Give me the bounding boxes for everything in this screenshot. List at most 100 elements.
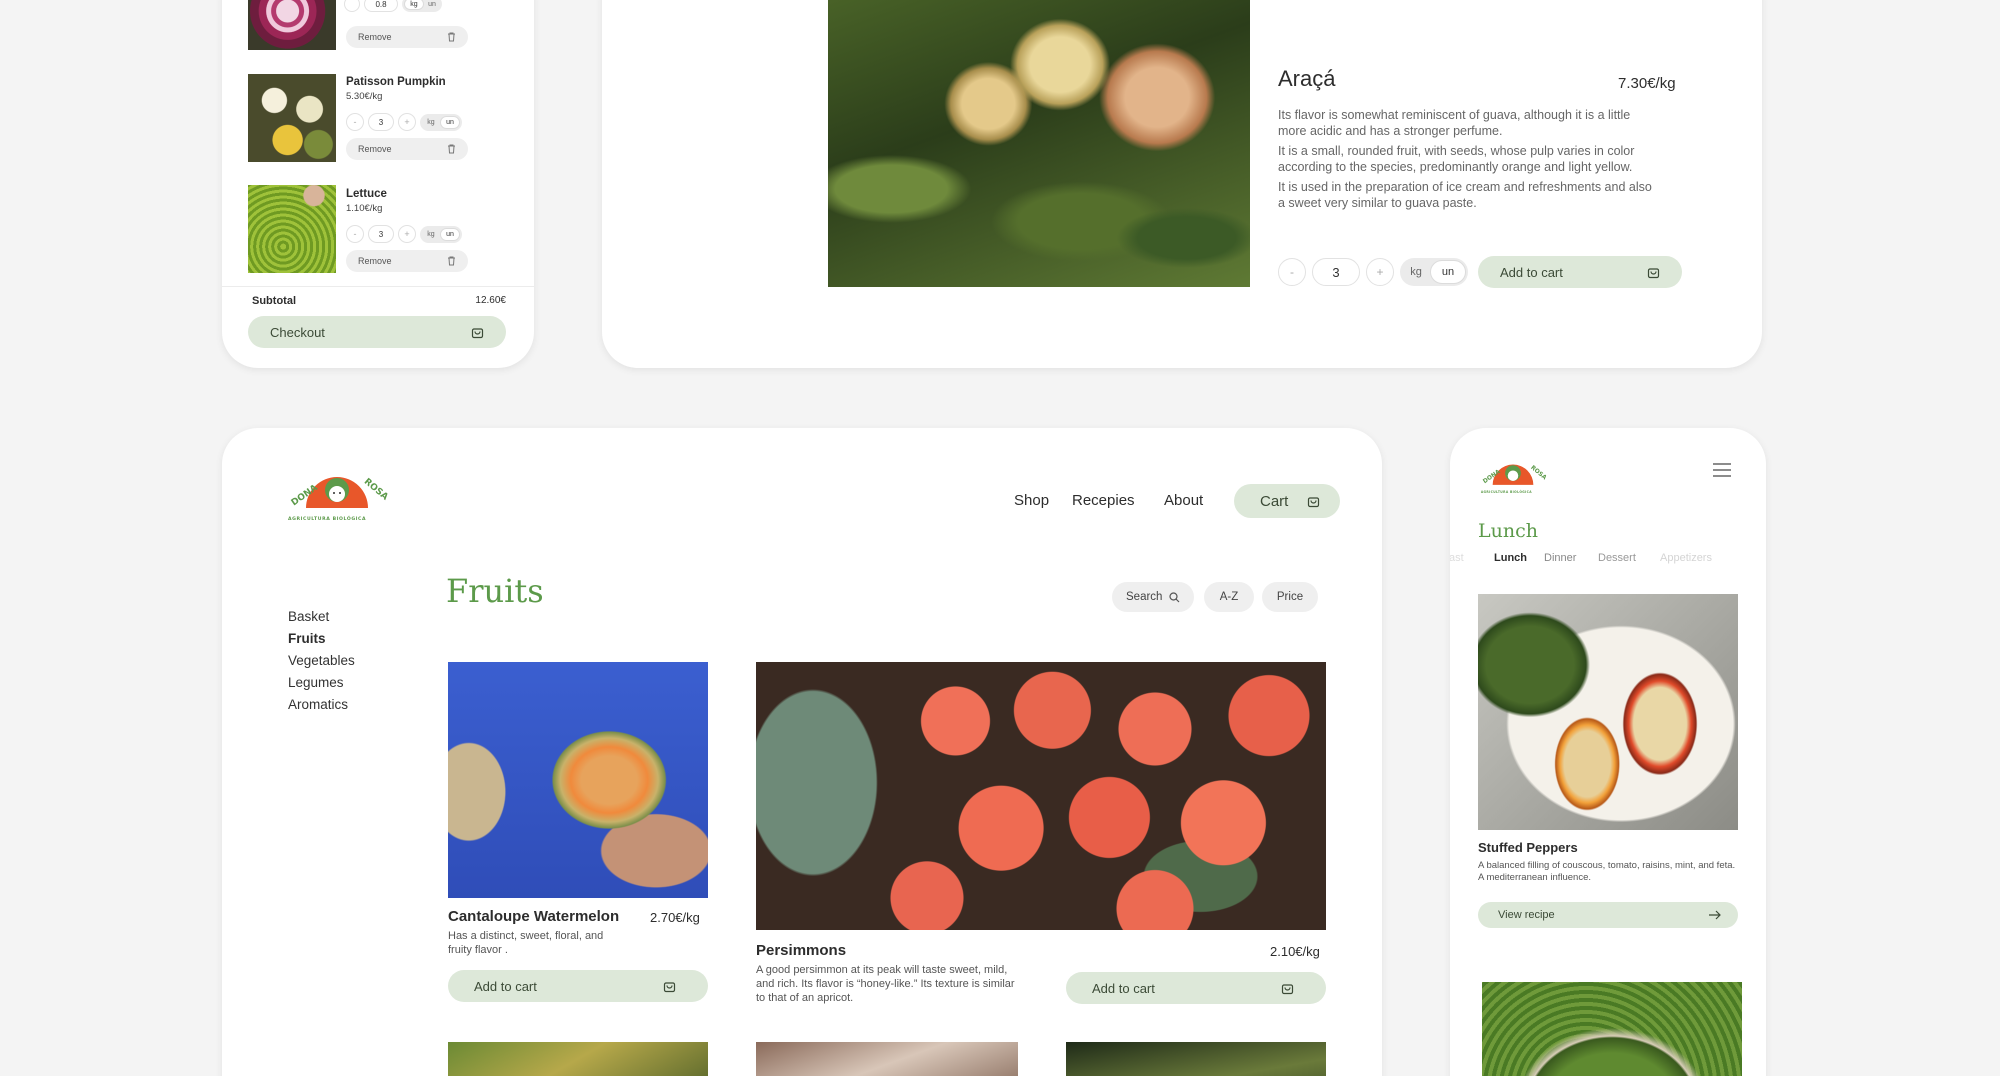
search-icon (1169, 591, 1180, 603)
unit-un[interactable]: un (424, 0, 440, 10)
unit-switch[interactable]: kg un (402, 0, 442, 12)
trash-icon (447, 256, 456, 266)
unit-switch[interactable]: kg un (1400, 258, 1468, 286)
item-price: 1.10€/kg (346, 203, 383, 214)
sidebar-item-vegetables[interactable]: Vegetables (288, 650, 355, 672)
remove-button[interactable]: Remove (346, 250, 468, 272)
minus-button[interactable]: - (346, 225, 364, 243)
product-price: 2.70€/kg (650, 910, 700, 925)
add-to-cart-label: Add to cart (474, 978, 537, 994)
cart-icon (1281, 982, 1294, 995)
remove-button[interactable]: Remove (346, 138, 468, 160)
description-paragraph: It is used in the preparation of ice cre… (1278, 180, 1652, 210)
nav-shop[interactable]: Shop (1014, 492, 1049, 509)
tab-fast[interactable]: fast (1450, 552, 1464, 564)
product-description: Its flavor is somewhat reminiscent of gu… (1278, 108, 1660, 211)
mobile-recipes-panel: DONA ROSA AGRICULTURA BIOLÓGICA Lunch fa… (1450, 428, 1766, 1076)
shop-page: DONA ROSA AGRICULTURA BIOLÓGICA Shop Rec… (222, 428, 1382, 1076)
stuffed-peppers-image[interactable] (1478, 594, 1738, 830)
add-to-cart-button[interactable]: Add to cart (448, 970, 708, 1002)
page-title: Fruits (446, 572, 544, 610)
add-to-cart-label: Add to cart (1500, 264, 1563, 280)
sort-az-label: A-Z (1219, 591, 1239, 603)
product-image[interactable] (448, 1042, 708, 1076)
unit-un[interactable]: un (1430, 260, 1466, 284)
remove-button[interactable]: Remove (346, 26, 468, 48)
remove-label: Remove (358, 144, 392, 154)
plus-button[interactable]: + (1366, 258, 1394, 286)
cart-icon (1647, 266, 1660, 279)
qty-field[interactable]: 3 (1312, 258, 1360, 286)
tab-appetizers[interactable]: Appetizers (1660, 552, 1712, 564)
tab-dessert[interactable]: Dessert (1598, 552, 1636, 564)
product-name: Cantaloupe Watermelon (448, 908, 620, 925)
search-button[interactable]: Search (1112, 582, 1194, 612)
unit-kg[interactable]: kg (422, 228, 440, 241)
minus-button[interactable]: - (1278, 258, 1306, 286)
remove-label: Remove (358, 32, 392, 42)
unit-kg[interactable]: kg (422, 116, 440, 129)
menu-icon[interactable] (1712, 462, 1732, 478)
minus-button[interactable]: - (346, 113, 364, 131)
top-item-controls: 0.8 kg un (344, 0, 442, 12)
product-name: Persimmons (756, 942, 847, 959)
broccoli-salad-image[interactable] (1482, 982, 1742, 1076)
sort-az-button[interactable]: A-Z (1204, 582, 1254, 612)
unit-kg[interactable]: kg (404, 0, 424, 10)
plus-button[interactable]: + (398, 225, 416, 243)
search-label: Search (1126, 591, 1163, 603)
cantaloupe-image[interactable] (448, 662, 708, 898)
nav-recipes[interactable]: Recepies (1072, 492, 1135, 509)
sidebar-item-legumes[interactable]: Legumes (288, 672, 355, 694)
cart-icon (1307, 495, 1320, 508)
qty-field[interactable]: 3 (368, 225, 394, 243)
unit-un[interactable]: un (440, 227, 460, 241)
sidebar-item-aromatics[interactable]: Aromatics (288, 694, 355, 716)
trash-icon (447, 144, 456, 154)
brand-logo[interactable]: DONA ROSA AGRICULTURA BIOLÓGICA (284, 464, 390, 528)
tab-lunch[interactable]: Lunch (1494, 552, 1527, 564)
araca-image (828, 0, 1250, 287)
svg-text:AGRICULTURA BIOLÓGICA: AGRICULTURA BIOLÓGICA (1481, 489, 1532, 494)
add-to-cart-button[interactable]: Add to cart (1066, 972, 1326, 1004)
svg-text:AGRICULTURA BIOLÓGICA: AGRICULTURA BIOLÓGICA (288, 515, 366, 522)
item-controls: - 3 + kg un (346, 113, 462, 131)
lettuce-image (248, 185, 336, 273)
qty-controls: - 3 + kg un (1278, 258, 1468, 286)
unit-switch[interactable]: kg un (420, 225, 462, 243)
recipe-description: A balanced filling of couscous, tomato, … (1478, 860, 1736, 883)
unit-switch[interactable]: kg un (420, 113, 462, 131)
item-name: Lettuce (346, 188, 387, 200)
unit-un[interactable]: un (440, 115, 460, 129)
persimmons-image[interactable] (756, 662, 1326, 930)
view-recipe-button[interactable]: View recipe (1478, 902, 1738, 928)
nav-about[interactable]: About (1164, 492, 1203, 509)
checkout-label: Checkout (270, 324, 325, 340)
sidebar-item-basket[interactable]: Basket (288, 606, 355, 628)
tab-dinner[interactable]: Dinner (1544, 552, 1576, 564)
product-image[interactable] (756, 1042, 1018, 1076)
recipe-name: Stuffed Peppers (1478, 840, 1578, 855)
beet-image (248, 0, 336, 50)
brand-logo[interactable]: DONA ROSA AGRICULTURA BIOLÓGICA (1478, 456, 1548, 498)
qty-field[interactable]: 0.8 (364, 0, 398, 12)
product-image[interactable] (1066, 1042, 1326, 1076)
pumpkin-image (248, 74, 336, 162)
qty-field[interactable]: 3 (368, 113, 394, 131)
minus-button[interactable] (344, 0, 360, 12)
cart-label: Cart (1260, 492, 1289, 510)
cart-button[interactable]: Cart (1234, 484, 1340, 518)
item-name: Patisson Pumpkin (346, 76, 446, 88)
trash-icon (447, 32, 456, 42)
sort-price-label: Price (1276, 591, 1304, 603)
divider (222, 286, 534, 287)
sidebar-item-fruits[interactable]: Fruits (288, 628, 355, 650)
checkout-button[interactable]: Checkout (248, 316, 506, 348)
description-paragraph: Its flavor is somewhat reminiscent of gu… (1278, 108, 1631, 138)
product-description: A good persimmon at its peak will taste … (756, 964, 1015, 1004)
plus-button[interactable]: + (398, 113, 416, 131)
sort-price-button[interactable]: Price (1262, 582, 1318, 612)
add-to-cart-button[interactable]: Add to cart (1478, 256, 1682, 288)
category-sidebar: Basket Fruits Vegetables Legumes Aromati… (288, 606, 355, 716)
unit-kg[interactable]: kg (1402, 260, 1430, 284)
